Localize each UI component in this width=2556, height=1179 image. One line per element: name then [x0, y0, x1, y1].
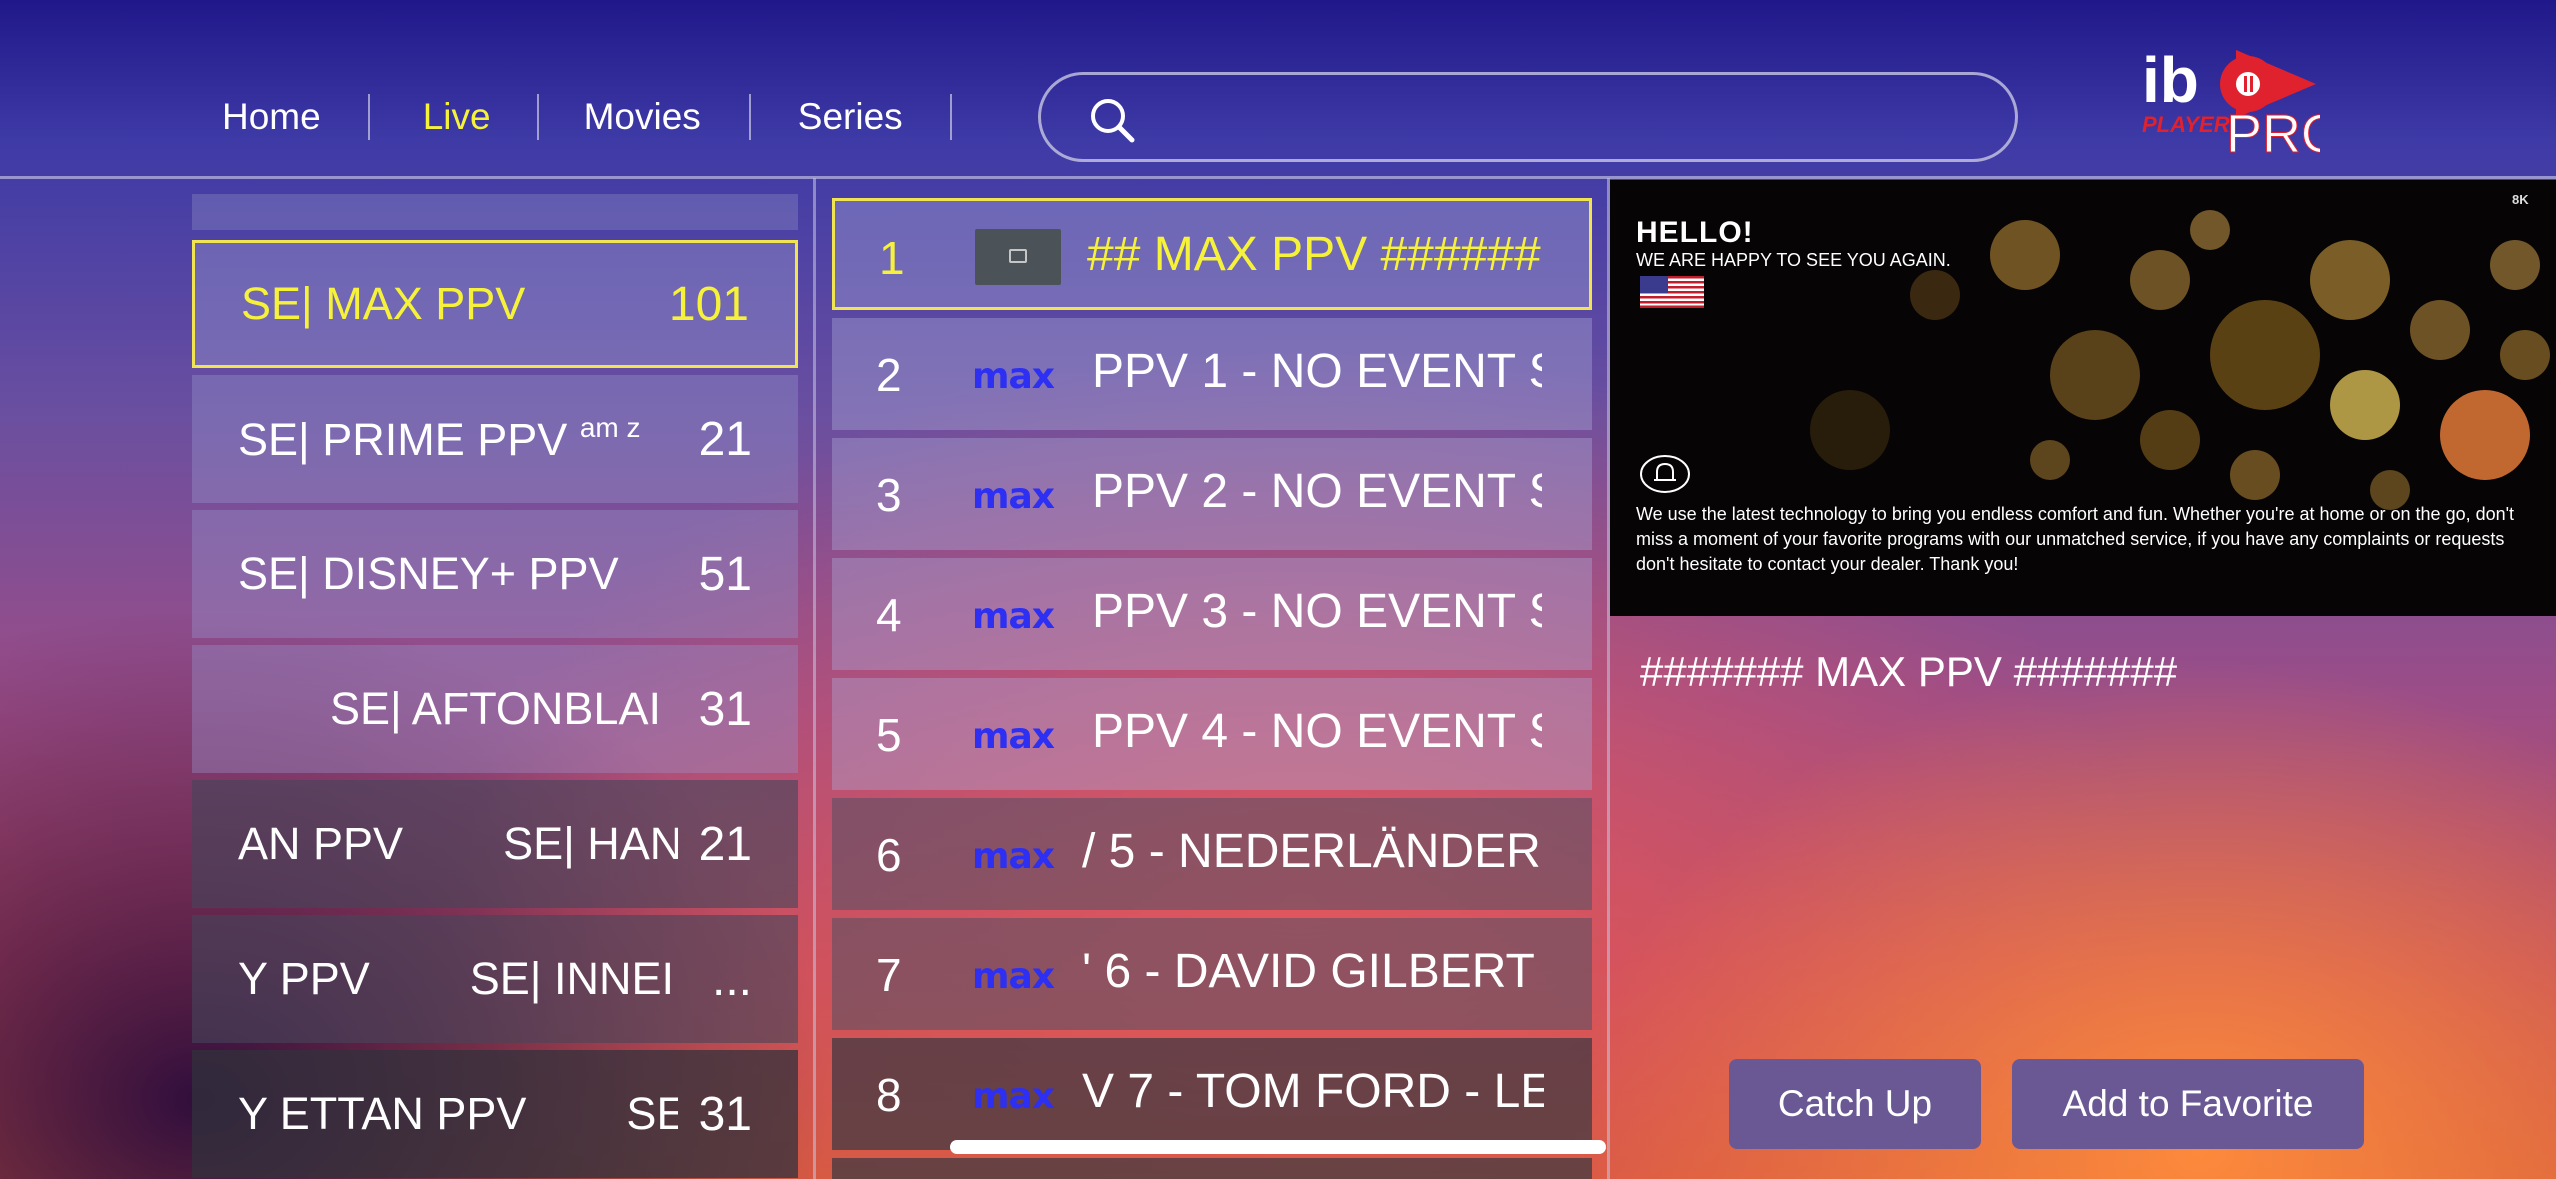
- nav-divider: [949, 94, 952, 140]
- channel-title: V 7 - TOM FORD - LE: [1082, 1065, 1544, 1118]
- channel-title: PPV 4 - NO EVENT S: [1092, 705, 1542, 758]
- category-item[interactable]: SE| PRIME PPV am z 21: [192, 375, 798, 503]
- column-divider: [813, 178, 816, 1179]
- category-item-partial[interactable]: [192, 194, 798, 230]
- max-logo-icon: max: [972, 476, 1055, 517]
- category-item[interactable]: SE| MAX PPV 101: [192, 240, 798, 368]
- channel-number: 7: [876, 949, 902, 1001]
- category-item[interactable]: AN PPV SE| HAN 21: [192, 780, 798, 908]
- category-count: 31: [698, 682, 752, 736]
- category-name: SE| PRIME PPV am z: [238, 412, 641, 465]
- channel-title: PPV 1 - NO EVENT S: [1092, 345, 1542, 398]
- channel-item[interactable]: 8 max V 7 - TOM FORD - LE: [832, 1038, 1592, 1150]
- search-box[interactable]: [1038, 72, 2018, 162]
- category-name: SE| AFTONBLAI: [330, 683, 661, 734]
- top-navigation-bar: Home Live Movies Series ib PLAYER PRO: [0, 0, 2556, 179]
- ibo-player-pro-logo: ib PLAYER PRO: [2142, 44, 2320, 160]
- banner-title: HELLO!: [1636, 216, 1754, 249]
- nav-movies[interactable]: Movies: [584, 96, 701, 138]
- nav-divider: [536, 94, 539, 140]
- category-item[interactable]: Y PPV SE| INNEI ...: [192, 915, 798, 1043]
- channel-item[interactable]: 7 max ' 6 - DAVID GILBERT: [832, 918, 1592, 1030]
- search-icon[interactable]: [1087, 95, 1137, 145]
- channel-number: 5: [876, 709, 902, 761]
- channel-number: 6: [876, 829, 902, 881]
- nav-divider: [748, 94, 751, 140]
- banner-subtitle: WE ARE HAPPY TO SEE YOU AGAIN.: [1636, 250, 1951, 270]
- us-flag-icon: [1640, 276, 1704, 308]
- nav-home[interactable]: Home: [222, 96, 321, 138]
- video-placeholder-icon: [1009, 249, 1027, 263]
- channel-title: ## MAX PPV ######: [1087, 228, 1541, 281]
- category-name-superscript: am z: [579, 412, 641, 443]
- welcome-banner: 8K HELLO! WE ARE HAPPY TO SEE YOU AGAIN.…: [1610, 180, 2556, 616]
- main-nav: Home Live Movies Series: [222, 92, 952, 142]
- category-count: 21: [698, 817, 752, 871]
- channel-item[interactable]: 4 max PPV 3 - NO EVENT S: [832, 558, 1592, 670]
- category-name: Y ETTAN PPV SE: [238, 1088, 678, 1139]
- channel-number: 8: [876, 1069, 902, 1121]
- catch-up-button[interactable]: Catch Up: [1729, 1059, 1981, 1149]
- category-name: SE| DISNEY+ PPV: [238, 548, 619, 599]
- category-count: 21: [698, 412, 752, 466]
- category-name: Y PPV SE| INNEI: [238, 953, 675, 1004]
- category-name: AN PPV SE| HAN: [238, 818, 678, 869]
- channel-title: ' 6 - DAVID GILBERT: [1082, 945, 1535, 998]
- category-count: 51: [698, 547, 752, 601]
- max-logo-icon: max: [972, 1076, 1055, 1117]
- channel-item[interactable]: 1 ## MAX PPV ######: [832, 198, 1592, 310]
- category-item[interactable]: SE| AFTONBLAI 31: [192, 645, 798, 773]
- bell-icon: [1640, 455, 1690, 493]
- channel-thumbnail: [975, 229, 1061, 285]
- home-indicator-bar: [950, 1140, 1606, 1154]
- nav-live[interactable]: Live: [423, 96, 491, 138]
- channel-number: 1: [879, 232, 905, 284]
- category-item[interactable]: SE| DISNEY+ PPV 51: [192, 510, 798, 638]
- max-logo-icon: max: [972, 716, 1055, 757]
- max-logo-icon: max: [972, 836, 1055, 877]
- channel-number: 2: [876, 349, 902, 401]
- search-input[interactable]: [1161, 87, 1981, 147]
- max-logo-icon: max: [972, 956, 1055, 997]
- max-logo-icon: max: [972, 596, 1055, 637]
- category-count: ...: [711, 952, 752, 1006]
- channel-title: PPV 2 - NO EVENT S: [1092, 465, 1542, 518]
- channel-title: / 5 - NEDERLÄNDERI: [1082, 825, 1544, 878]
- svg-text:PRO: PRO: [2226, 104, 2320, 160]
- channel-number: 3: [876, 469, 902, 521]
- svg-text:PLAYER: PLAYER: [2142, 112, 2230, 137]
- category-count: 31: [698, 1087, 752, 1141]
- channel-item[interactable]: 3 max PPV 2 - NO EVENT S: [832, 438, 1592, 550]
- category-count: 101: [668, 277, 749, 331]
- channel-item[interactable]: 2 max PPV 1 - NO EVENT S: [832, 318, 1592, 430]
- nav-series[interactable]: Series: [798, 96, 903, 138]
- channel-item[interactable]: 5 max PPV 4 - NO EVENT S: [832, 678, 1592, 790]
- channel-title: PPV 3 - NO EVENT S: [1092, 585, 1542, 638]
- category-item[interactable]: Y ETTAN PPV SE 31: [192, 1050, 798, 1178]
- channel-item-partial[interactable]: [832, 1158, 1592, 1179]
- channel-item[interactable]: 6 max / 5 - NEDERLÄNDERI: [832, 798, 1592, 910]
- nav-divider: [367, 94, 370, 140]
- channel-number: 4: [876, 589, 902, 641]
- banner-message: We use the latest technology to bring yo…: [1636, 504, 2515, 574]
- header-divider: [0, 176, 2556, 179]
- max-logo-icon: max: [972, 356, 1055, 397]
- add-to-favorite-button[interactable]: Add to Favorite: [2012, 1059, 2364, 1149]
- program-title: ####### MAX PPV #######: [1640, 648, 2178, 695]
- category-name: SE| MAX PPV: [241, 278, 526, 329]
- svg-text:ib: ib: [2142, 44, 2199, 116]
- 8k-badge: 8K: [2512, 192, 2529, 207]
